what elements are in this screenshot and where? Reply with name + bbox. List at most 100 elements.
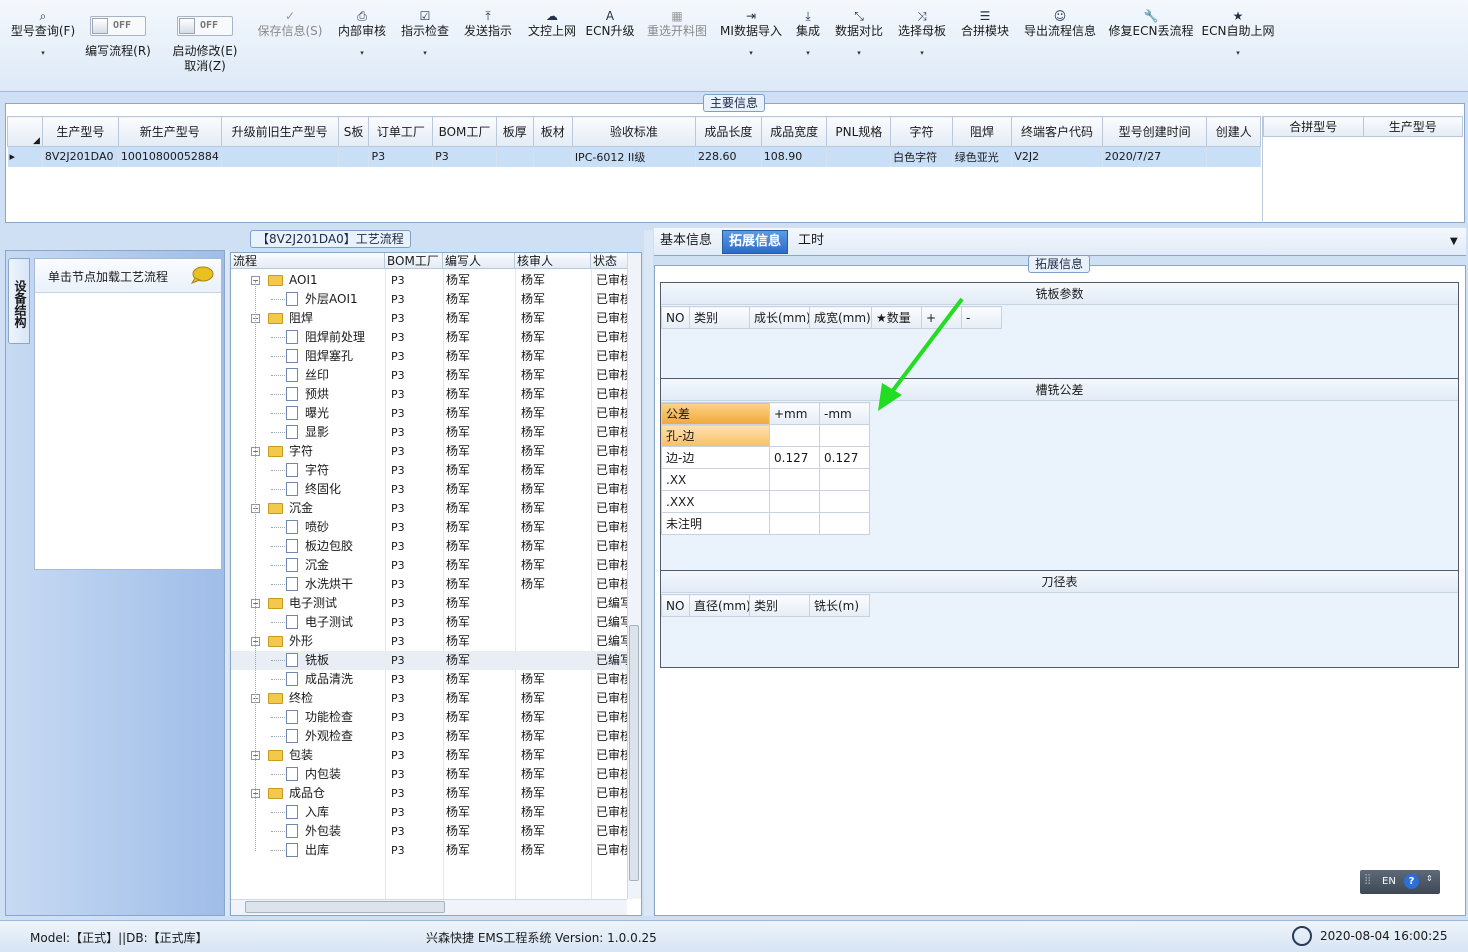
column-header[interactable]: 类别 <box>689 306 750 329</box>
splitter-mid[interactable] <box>644 230 653 916</box>
table-cell[interactable] <box>496 146 534 167</box>
tab-dropdown-icon[interactable]: ▼ <box>1450 236 1458 247</box>
tree-row[interactable]: − AOI1 P3 杨军 杨军 已审核 <box>231 271 641 290</box>
tree-row[interactable]: 外观检查 P3 杨军 杨军 已审核 <box>231 727 641 746</box>
column-header[interactable]: -mm <box>819 402 870 425</box>
column-header[interactable]: 订单工厂 <box>368 116 434 147</box>
column-header[interactable]: NO <box>661 594 690 617</box>
tree-row[interactable]: 外层AOI1 P3 杨军 杨军 已审核 <box>231 290 641 309</box>
table-cell[interactable] <box>819 424 870 447</box>
tree-row[interactable]: 铣板 P3 杨军 已编写 <box>231 651 641 670</box>
table-cell[interactable]: P3 <box>432 146 497 167</box>
tree-row[interactable]: 电子测试 P3 杨军 已编写 <box>231 613 641 632</box>
tree-row[interactable]: − 外形 P3 杨军 已编写 <box>231 632 641 651</box>
tree-column-header[interactable]: BOM工厂 <box>385 253 443 269</box>
chevron-down-icon[interactable]: ▾ <box>872 49 972 57</box>
table-cell[interactable]: 8V2J201DA0 <box>42 146 119 167</box>
chevron-down-icon[interactable]: ▾ <box>1188 49 1288 57</box>
process-tree[interactable]: 流程 BOM工厂 编写人 核审人 状态 − AOI1 P3 杨军 杨军 已审核 外层AOI1 P3 杨军杨… <box>230 252 642 916</box>
table-row[interactable]: ▸ 8V2J201DA0 10010800052884 P3 P3 IPC-6012 II… <box>7 146 1261 167</box>
table-row[interactable]: 未注明 <box>661 512 870 535</box>
tab-0[interactable]: 基本信息 <box>654 230 718 254</box>
column-header[interactable]: BOM工厂 <box>432 116 497 147</box>
column-header[interactable]: 板材 <box>532 116 573 147</box>
toolbar-button-16[interactable]: 🔧 修复ECN丢流程 <box>1101 8 1201 39</box>
column-header[interactable]: 成长(mm) <box>749 306 810 329</box>
toolbar-button-1[interactable]: 编写流程(R) <box>68 44 168 59</box>
table-cell[interactable]: 0.127 <box>819 446 870 469</box>
toolbar-button-2[interactable]: 启动修改(E) 取消(Z) <box>155 44 255 74</box>
tree-row[interactable]: − 字符 P3 杨军 杨军 已审核 <box>231 442 641 461</box>
table-cell[interactable]: 228.60 <box>695 146 762 167</box>
tab-1[interactable]: 拓展信息 <box>722 230 789 254</box>
splitter-left[interactable] <box>225 250 229 916</box>
column-header[interactable]: 升级前旧生产型号 <box>220 116 339 147</box>
column-header[interactable]: 板厚 <box>495 116 534 147</box>
table-cell[interactable]: 未注明 <box>661 512 770 535</box>
tree-row[interactable]: 终固化 P3 杨军 杨军 已审核 <box>231 480 641 499</box>
table-cell[interactable] <box>769 512 820 535</box>
tree-column-header[interactable]: 状态 <box>591 253 631 269</box>
tree-row[interactable]: 沉金 P3 杨军 杨军 已审核 <box>231 556 641 575</box>
main-info-grid[interactable]: ◢ 生产型号 新生产型号 升级前旧生产型号 S板 订单工厂 BOM工厂 板厚 板材 验收标准 成品长… <box>7 116 1261 167</box>
table-cell[interactable] <box>819 512 870 535</box>
table-cell[interactable]: 白色字符 <box>890 146 953 167</box>
tree-row[interactable]: 显影 P3 杨军 杨军 已审核 <box>231 423 641 442</box>
tree-row[interactable]: 板边包胶 P3 杨军 杨军 已审核 <box>231 537 641 556</box>
toolbar-button-15[interactable]: ☺ 导出流程信息 <box>1010 8 1110 39</box>
tree-row[interactable]: 入库 P3 杨军 杨军 已审核 <box>231 803 641 822</box>
table-cell[interactable] <box>819 490 870 513</box>
tree-row[interactable]: 阻焊塞孔 P3 杨军 杨军 已审核 <box>231 347 641 366</box>
column-header[interactable]: 直径(mm) <box>689 594 750 617</box>
table-cell[interactable]: V2J2 <box>1011 146 1103 167</box>
tree-row[interactable]: 成品清洗 P3 杨军 杨军 已审核 <box>231 670 641 689</box>
tree-row[interactable]: − 包装 P3 杨军 杨军 已审核 <box>231 746 641 765</box>
column-header[interactable]: PNL规格 <box>826 116 892 147</box>
column-header[interactable]: 成宽(mm) <box>809 306 872 329</box>
scrollbar-thumb[interactable] <box>629 625 639 881</box>
column-header[interactable]: 创建人 <box>1206 116 1261 147</box>
tree-row[interactable]: 功能检查 P3 杨军 杨军 已审核 <box>231 708 641 727</box>
table-cell[interactable]: IPC-6012 II级 <box>572 146 697 167</box>
table-cell[interactable]: .XX <box>661 468 770 491</box>
tool-grid[interactable]: NO 直径(mm) 类别 铣长(m) <box>661 594 870 617</box>
slot-tolerance-grid[interactable]: 公差 +mm -mm 孔-边 边-边 0.127 0.127 .XX .XXX 未注明 <box>661 402 870 535</box>
tree-row[interactable]: 阻焊前处理 P3 杨军 杨军 已审核 <box>231 328 641 347</box>
tree-column-header[interactable]: 核审人 <box>515 253 591 269</box>
toolbar-button-17[interactable]: ★ ECN自助上网 ▾ <box>1188 8 1288 57</box>
tree-row[interactable]: 外包装 P3 杨军 杨军 已审核 <box>231 822 641 841</box>
table-row[interactable]: .XX <box>661 468 870 491</box>
column-header[interactable]: 铣长(m) <box>809 594 870 617</box>
tree-row[interactable]: − 沉金 P3 杨军 杨军 已审核 <box>231 499 641 518</box>
table-cell[interactable]: 绿色亚光 <box>952 146 1013 167</box>
table-cell[interactable] <box>769 424 820 447</box>
ime-toolbar[interactable]: ⣿ EN ? ⇕ <box>1360 870 1440 894</box>
tree-row[interactable]: 预烘 P3 杨军 杨军 已审核 <box>231 385 641 404</box>
column-header[interactable]: S板 <box>337 116 370 147</box>
tree-row[interactable]: 出库 P3 杨军 杨军 已审核 <box>231 841 641 860</box>
column-header[interactable]: 验收标准 <box>571 116 697 147</box>
table-cell[interactable] <box>1206 146 1261 167</box>
table-cell[interactable] <box>819 468 870 491</box>
table-cell[interactable] <box>769 468 820 491</box>
tab-2[interactable]: 工时 <box>792 230 830 254</box>
table-cell[interactable]: 边-边 <box>661 446 770 469</box>
table-cell[interactable]: 孔-边 <box>661 424 770 447</box>
table-cell[interactable] <box>533 146 573 167</box>
table-row[interactable]: 边-边 0.127 0.127 <box>661 446 870 469</box>
tree-row[interactable]: 喷砂 P3 杨军 杨军 已审核 <box>231 518 641 537</box>
tree-row[interactable]: − 阻焊 P3 杨军 杨军 已审核 <box>231 309 641 328</box>
tree-row[interactable]: 丝印 P3 杨军 杨军 已审核 <box>231 366 641 385</box>
tree-row[interactable]: 字符 P3 杨军 杨军 已审核 <box>231 461 641 480</box>
column-header[interactable]: 型号创建时间 <box>1101 116 1208 147</box>
column-header[interactable]: 生产型号 <box>41 116 119 147</box>
column-header[interactable]: 终端客户代码 <box>1011 116 1103 147</box>
table-cell[interactable] <box>826 146 892 167</box>
column-header[interactable]: 成品宽度 <box>760 116 828 147</box>
column-header[interactable]: 阻焊 <box>951 116 1013 147</box>
tree-column-header[interactable]: 编写人 <box>443 253 515 269</box>
tree-row[interactable]: − 电子测试 P3 杨军 已编写 <box>231 594 641 613</box>
column-header[interactable]: NO <box>661 306 690 329</box>
tree-row[interactable]: 水洗烘干 P3 杨军 杨军 已审核 <box>231 575 641 594</box>
ime-lang[interactable]: EN <box>1382 876 1396 887</box>
